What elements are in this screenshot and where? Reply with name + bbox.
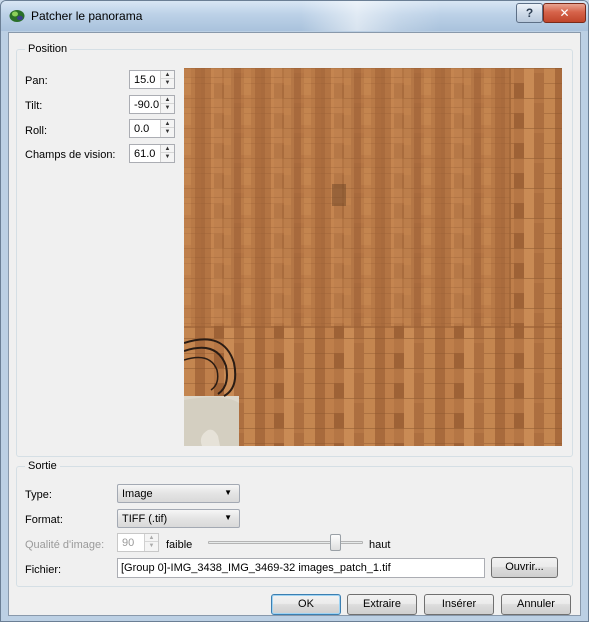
spin-down-icon[interactable]: ▼ xyxy=(161,79,174,87)
close-button[interactable]: ✕ xyxy=(543,3,586,23)
quality-label: Qualité d'image: xyxy=(25,539,105,551)
help-button[interactable]: ? xyxy=(516,3,543,23)
window-title: Patcher le panorama xyxy=(31,9,143,23)
position-group-title: Position xyxy=(25,43,71,55)
tilt-label: Tilt: xyxy=(25,100,43,112)
dropdown-arrow-icon: ▼ xyxy=(224,513,232,522)
roll-value: 0.0 xyxy=(134,123,150,135)
tilt-spinbox[interactable]: -90.0 ▲ ▼ xyxy=(129,95,175,114)
dropdown-arrow-icon: ▼ xyxy=(224,488,232,497)
spin-up-icon[interactable]: ▲ xyxy=(161,71,174,79)
spin-down-icon[interactable]: ▼ xyxy=(145,542,158,550)
spin-down-icon[interactable]: ▼ xyxy=(161,128,174,136)
type-label: Type: xyxy=(25,489,52,501)
spin-up-icon[interactable]: ▲ xyxy=(145,534,158,542)
format-label: Format: xyxy=(25,514,63,526)
title-bar[interactable]: Patcher le panorama ? ✕ xyxy=(1,1,588,31)
output-group-title: Sortie xyxy=(25,460,60,472)
fov-spinbox[interactable]: 61.0 ▲ ▼ xyxy=(129,144,175,163)
cancel-button[interactable]: Annuler xyxy=(501,594,571,615)
type-value: Image xyxy=(122,488,153,500)
titlebar-glass xyxy=(301,1,441,31)
format-select[interactable]: TIFF (.tif) ▼ xyxy=(117,509,240,528)
tilt-value: -90.0 xyxy=(134,99,160,111)
fov-label: Champs de vision: xyxy=(25,149,116,161)
roll-label: Roll: xyxy=(25,125,48,137)
format-value: TIFF (.tif) xyxy=(122,513,168,525)
insert-button[interactable]: Insérer xyxy=(424,594,494,615)
patch-preview-image[interactable] xyxy=(184,68,562,446)
quality-low-label: faible xyxy=(166,539,193,551)
quality-value: 90 xyxy=(122,537,135,549)
app-icon xyxy=(9,10,25,22)
pan-label: Pan: xyxy=(25,75,48,87)
file-path-value: [Group 0]-IMG_3438_IMG_3469-32 images_pa… xyxy=(121,562,391,574)
pan-spinbox[interactable]: 15.0 ▲ ▼ xyxy=(129,70,175,89)
file-label: Fichier: xyxy=(25,564,62,576)
spin-up-icon[interactable]: ▲ xyxy=(161,120,174,128)
spin-up-icon[interactable]: ▲ xyxy=(161,96,174,104)
fov-value: 61.0 xyxy=(134,148,156,160)
browse-button[interactable]: Ouvrir... xyxy=(491,557,558,578)
ok-button[interactable]: OK xyxy=(271,594,341,615)
quality-spinbox[interactable]: 90 ▲ ▼ xyxy=(117,533,159,552)
spin-down-icon[interactable]: ▼ xyxy=(161,153,174,161)
spin-down-icon[interactable]: ▼ xyxy=(161,104,174,112)
pan-value: 15.0 xyxy=(134,74,156,86)
quality-high-label: haut xyxy=(369,539,391,551)
quality-slider-handle[interactable] xyxy=(330,534,342,551)
roll-spinbox[interactable]: 0.0 ▲ ▼ xyxy=(129,119,175,138)
type-select[interactable]: Image ▼ xyxy=(117,484,240,503)
dialog-client-area: Position Pan: 15.0 ▲ ▼ Tilt: -90.0 ▲ ▼ R… xyxy=(8,32,581,616)
file-path-input[interactable]: [Group 0]-IMG_3438_IMG_3469-32 images_pa… xyxy=(117,558,485,578)
spin-up-icon[interactable]: ▲ xyxy=(161,145,174,153)
dialog-window: Patcher le panorama ? ✕ Position Pan: 15… xyxy=(0,0,589,622)
extract-button[interactable]: Extraire xyxy=(347,594,417,615)
